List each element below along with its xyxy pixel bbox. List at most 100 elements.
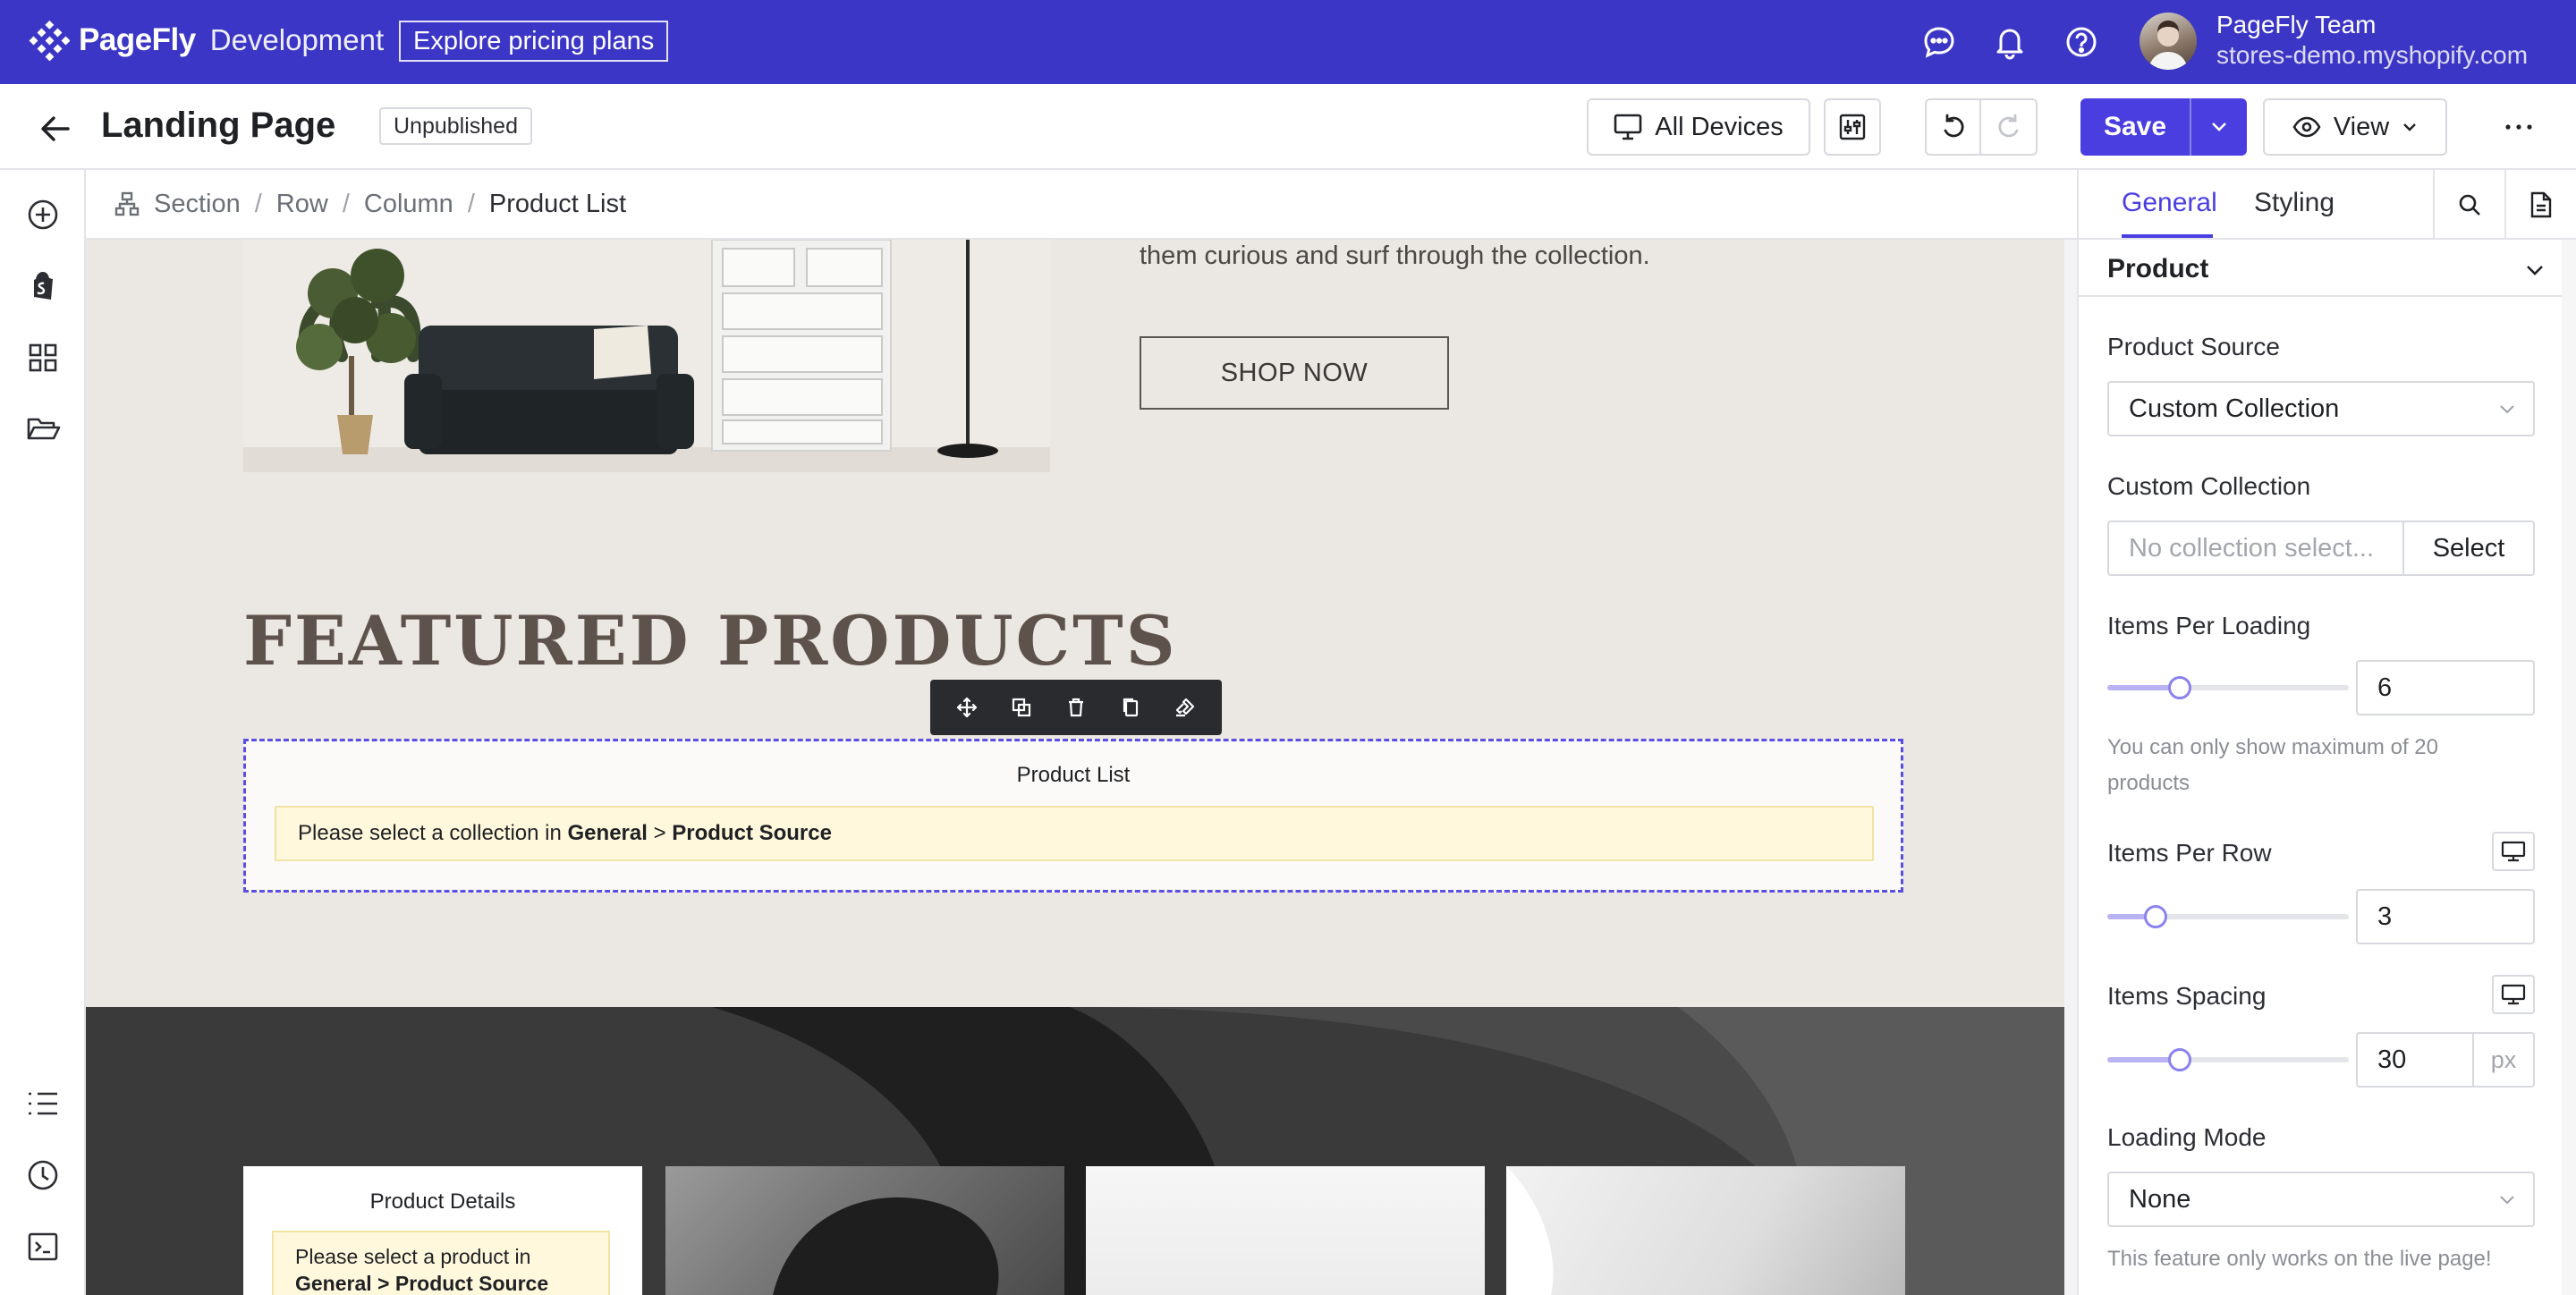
product-image-card[interactable] bbox=[1506, 1166, 1905, 1295]
breadcrumb-row[interactable]: Row bbox=[276, 190, 328, 219]
canvas-scrollbar[interactable] bbox=[2064, 240, 2077, 1295]
hero-copy[interactable]: them curious and surf through the collec… bbox=[1140, 241, 1650, 271]
slider-handle[interactable] bbox=[2168, 1048, 2191, 1071]
user-store: stores-demo.myshopify.com bbox=[2216, 41, 2529, 69]
items-per-loading-slider[interactable] bbox=[2107, 676, 2349, 699]
sliders-icon bbox=[1839, 114, 1866, 140]
back-arrow-icon[interactable] bbox=[36, 109, 75, 148]
page-settings-button[interactable] bbox=[1824, 98, 1881, 156]
warning-path: General > Product Source bbox=[295, 1272, 549, 1295]
section-title: Product bbox=[2107, 254, 2209, 284]
items-per-loading-help: You can only show maximum of 20 products bbox=[2107, 735, 2438, 795]
product-list-title: Product List bbox=[1016, 763, 1131, 787]
redo-icon bbox=[1996, 114, 2022, 140]
chevron-down-icon bbox=[2497, 399, 2517, 419]
brand[interactable]: PageFly Development bbox=[29, 20, 384, 61]
bell-icon[interactable] bbox=[1990, 22, 2029, 62]
chat-icon[interactable] bbox=[1919, 22, 1959, 62]
items-spacing-label: Items Spacing bbox=[2107, 982, 2267, 1010]
element-toolbar bbox=[930, 680, 1222, 735]
chevron-down-icon bbox=[2402, 122, 2418, 132]
page-info-button[interactable] bbox=[2504, 170, 2576, 240]
top-bar: PageFly Development Explore pricing plan… bbox=[0, 0, 2576, 84]
items-spacing-value: 30 bbox=[2377, 1045, 2407, 1074]
breadcrumb-product-list[interactable]: Product List bbox=[489, 190, 626, 219]
product-image-card[interactable] bbox=[665, 1166, 1064, 1295]
breadcrumb-column[interactable]: Column bbox=[364, 190, 453, 219]
undo-button[interactable] bbox=[1927, 100, 1982, 154]
trash-icon bbox=[1065, 697, 1087, 718]
dark-section[interactable]: Product Details Please select a product … bbox=[86, 1007, 2064, 1295]
delete-button[interactable] bbox=[1058, 690, 1094, 725]
avatar[interactable] bbox=[2140, 13, 2197, 70]
warning-text: Please select a collection in bbox=[298, 821, 562, 845]
add-element-icon[interactable] bbox=[25, 197, 61, 233]
items-per-loading-input[interactable]: 6 bbox=[2356, 660, 2535, 715]
grid-icon[interactable] bbox=[25, 340, 61, 376]
user-name: PageFly Team bbox=[2216, 11, 2377, 38]
responsive-toggle[interactable] bbox=[2492, 975, 2535, 1014]
editor-canvas[interactable]: them curious and surf through the collec… bbox=[86, 240, 2064, 1295]
more-options-button[interactable] bbox=[2490, 98, 2547, 156]
tab-styling[interactable]: Styling bbox=[2254, 188, 2334, 218]
product-details-warning: Please select a product in General > Pro… bbox=[272, 1231, 610, 1295]
explore-pricing-button[interactable]: Explore pricing plans bbox=[399, 21, 669, 62]
copy-button[interactable] bbox=[1113, 690, 1148, 725]
chevron-down-icon bbox=[2210, 121, 2228, 133]
move-button[interactable] bbox=[949, 690, 985, 725]
move-icon bbox=[955, 696, 979, 719]
tab-general[interactable]: General bbox=[2122, 188, 2217, 218]
brush-icon bbox=[1174, 696, 1197, 719]
shop-now-button[interactable]: SHOP NOW bbox=[1140, 336, 1449, 410]
folder-open-icon[interactable] bbox=[25, 411, 61, 447]
view-button[interactable]: View bbox=[2263, 98, 2447, 156]
shopify-icon[interactable] bbox=[25, 268, 61, 304]
panel-scrollbar[interactable] bbox=[2562, 240, 2576, 1295]
items-spacing-slider[interactable] bbox=[2107, 1048, 2349, 1071]
slider-handle[interactable] bbox=[2144, 905, 2167, 928]
select-collection-button[interactable]: Select bbox=[2402, 521, 2535, 576]
breadcrumb: Section / Row / Column / Product List bbox=[86, 170, 2077, 240]
code-console-icon[interactable] bbox=[25, 1229, 61, 1265]
product-source-label: Product Source bbox=[2107, 333, 2280, 360]
living-room-image[interactable] bbox=[243, 240, 1050, 472]
loading-mode-label: Loading Mode bbox=[2107, 1123, 2267, 1151]
breadcrumb-separator: / bbox=[342, 189, 350, 218]
document-icon bbox=[2529, 191, 2553, 218]
warning-text: Please select a product in bbox=[295, 1245, 531, 1268]
list-icon[interactable] bbox=[25, 1086, 61, 1121]
product-list-element[interactable]: Product List Please select a collection … bbox=[243, 739, 1903, 893]
loading-mode-select[interactable]: None bbox=[2107, 1172, 2535, 1227]
slider-handle[interactable] bbox=[2168, 676, 2191, 699]
product-image-card[interactable] bbox=[1086, 1166, 1485, 1295]
product-source-select[interactable]: Custom Collection bbox=[2107, 381, 2535, 436]
duplicate-icon bbox=[1011, 697, 1032, 718]
style-button[interactable] bbox=[1167, 690, 1203, 725]
items-spacing-unit: px bbox=[2472, 1034, 2533, 1086]
product-section-header[interactable]: Product bbox=[2079, 240, 2562, 297]
save-options-button[interactable] bbox=[2191, 98, 2247, 156]
search-button[interactable] bbox=[2433, 170, 2504, 240]
custom-collection-input[interactable]: No collection select... bbox=[2107, 521, 2404, 576]
loading-mode-help: This feature only works on the live page… bbox=[2107, 1247, 2492, 1271]
warning-product-source: Product Source bbox=[672, 821, 832, 845]
hierarchy-icon bbox=[114, 191, 140, 216]
featured-products-heading[interactable]: FEATURED PRODUCTS bbox=[243, 601, 1178, 681]
search-icon bbox=[2457, 192, 2482, 217]
save-button[interactable]: Save bbox=[2080, 98, 2191, 156]
items-per-row-slider[interactable] bbox=[2107, 905, 2349, 928]
page-title[interactable]: Landing Page bbox=[101, 106, 335, 146]
items-per-row-input[interactable]: 3 bbox=[2356, 889, 2535, 944]
help-icon[interactable] bbox=[2062, 22, 2101, 62]
desktop-icon bbox=[1614, 114, 1642, 140]
device-selector-button[interactable]: All Devices bbox=[1587, 98, 1810, 156]
pagefly-logo-icon bbox=[29, 20, 70, 61]
responsive-toggle[interactable] bbox=[2492, 832, 2535, 871]
breadcrumb-separator: / bbox=[467, 189, 475, 218]
product-details-card[interactable]: Product Details Please select a product … bbox=[243, 1166, 642, 1295]
redo-button[interactable] bbox=[1981, 100, 2036, 154]
history-clock-icon[interactable] bbox=[25, 1157, 61, 1193]
items-spacing-input[interactable]: 30 px bbox=[2356, 1032, 2535, 1088]
breadcrumb-section[interactable]: Section bbox=[154, 190, 241, 219]
duplicate-button[interactable] bbox=[1004, 690, 1039, 725]
